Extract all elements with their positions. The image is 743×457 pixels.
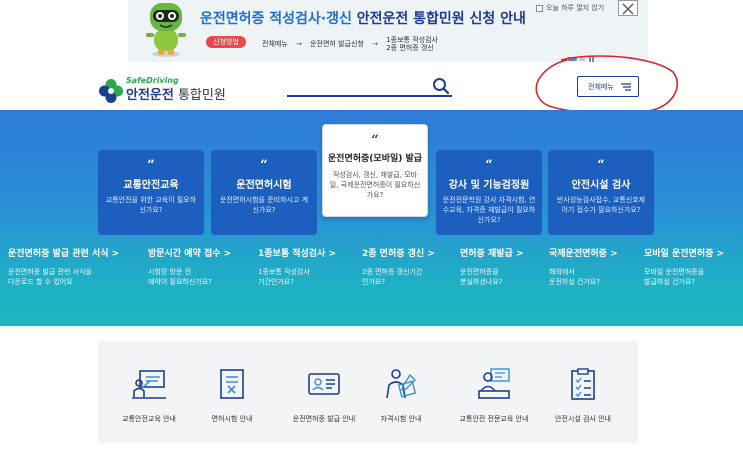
quick-link-desc: 운전면허증을분실하셨나요? — [460, 267, 524, 287]
quick-link-desc: 시험장 방문 전예약이 필요하신가요? — [148, 267, 231, 287]
card-traffic-safety-education[interactable]: “ 교통안전교육 교통안전을 위한 교육이 필요하신가요? — [98, 150, 204, 235]
checklist-icon — [571, 368, 595, 400]
hide-today-checkbox[interactable] — [536, 4, 543, 12]
card-description: 반사성능검사접수, 교통신호제어기 접수가 필요하신가요? — [556, 196, 646, 214]
quick-link-desc-line-2: 발급하실 건가요? — [644, 278, 696, 286]
quick-link-aptitude-test[interactable]: 1종보통 적성검사 > 1종보통 적성검사기간인가요? — [258, 246, 336, 296]
card-description: 운전전문학원 강사 자격시험, 연수교육, 자격증 재발급이 필요하신가요? — [442, 196, 536, 224]
banner-title: 운전면허증 적성검사·갱신 안전운전 통합민원 신청 안내 — [200, 8, 526, 28]
service-license-exam-guide[interactable]: 면허시험 안내 — [187, 341, 277, 443]
card-title: 안전시설 검사 — [571, 180, 631, 191]
quick-link-desc-line-2: 인가요? — [362, 278, 386, 286]
quick-link-visit-reservation[interactable]: 방문시간 예약 접수 > 시험장 방문 전예약이 필요하신가요? — [148, 246, 231, 296]
quick-link-title: 방문시간 예약 접수 > — [148, 249, 232, 259]
service-label: 교통안전교육 안내 — [122, 415, 176, 423]
quick-link-desc-line-1: 해외에서 — [549, 268, 575, 276]
quick-link-title: 1종보통 적성검사 > — [258, 249, 337, 259]
logo-korean[interactable]: 안전운전 통합민원 — [126, 84, 226, 103]
service-safety-facility-inspection-guide[interactable]: 안전시설 검사 안내 — [538, 341, 628, 443]
quick-link-desc: 운전면허증 발급 관련 서식을다운로드 할 수 있어요 — [8, 267, 119, 287]
logo-korean-sub: 통합민원 — [173, 88, 226, 103]
service-label: 면허시험 안내 — [211, 415, 253, 423]
quick-link-mobile-license[interactable]: 모바일 운전면허증 > 모바일 운전면허증을발급하실 건가요? — [644, 246, 724, 296]
quick-link-desc-line-1: 2종 면허증 갱신기간 — [362, 268, 423, 276]
license-card-icon — [308, 373, 340, 395]
quick-link-desc-line-1: 1종보통 적성검사 — [258, 268, 310, 276]
card-license-issuance[interactable]: “ 운전면허증(모바일) 발급 적성검사, 갱신, 재발급, 모바일, 국제운전… — [322, 124, 428, 217]
card-safety-facility-inspection[interactable]: “ 안전시설 검사 반사성능검사접수, 교통신호제어기 접수가 필요하신가요? — [548, 150, 654, 235]
logo-korean-main: 안전운전 — [126, 88, 174, 103]
service-professional-education-guide[interactable]: 교통안전 전문교육 안내 — [440, 341, 548, 443]
quick-link-desc-line-1: 시험장 방문 전 — [148, 268, 192, 276]
person-writing-icon — [386, 369, 417, 399]
quick-link-international-license[interactable]: 국제운전면허증 > 해외에서운전하실 건가요? — [549, 246, 618, 296]
quote-icon: “ — [597, 158, 605, 173]
quote-icon: “ — [147, 158, 155, 173]
arrow-right-icon: → — [296, 40, 302, 48]
search-icon[interactable] — [432, 77, 450, 95]
service-qualification-exam-guide[interactable]: 자격시험 안내 — [356, 341, 446, 443]
lecture-icon — [478, 368, 510, 399]
close-icon — [622, 3, 634, 15]
banner-title-highlight: 운전면허증 적성검사·갱신 — [200, 11, 352, 27]
quick-link-desc-line-2: 예약이 필요하신가요? — [148, 278, 212, 286]
quick-link-title: 면허증 재발급 > — [460, 249, 524, 259]
quick-link-desc-line-2: 다운로드 할 수 있어요 — [8, 278, 73, 286]
clover-logo-icon[interactable] — [98, 78, 124, 104]
quick-link-title: 국제운전면허증 > — [549, 249, 618, 259]
card-title: 강사 및 기능검정원 — [448, 180, 530, 191]
service-label: 안전시설 검사 안내 — [555, 415, 611, 423]
quick-link-desc-line-2: 운전하실 건가요? — [549, 278, 601, 286]
banner-badge: 신청방법 — [206, 36, 246, 48]
service-traffic-safety-education-guide[interactable]: 교통안전교육 안내 — [104, 341, 194, 443]
card-title: 운전면허시험 — [236, 180, 292, 191]
quick-link-desc: 2종 면허증 갱신기간인가요? — [362, 267, 435, 287]
banner-step-1: 전체메뉴 — [262, 40, 288, 48]
quick-link-desc: 해외에서운전하실 건가요? — [549, 267, 618, 287]
traffic-light-mascot-icon — [146, 3, 186, 57]
banner-step-3: 1종보통 적성검사 2종 면허증 갱신 — [386, 36, 438, 52]
card-description: 교통안전을 위한 교육이 필요하신가요? — [105, 196, 197, 214]
quote-icon: “ — [485, 158, 493, 173]
card-description: 적성검사, 갱신, 재발급, 모바일, 국제운전면허증이 필요하신가요? — [329, 171, 421, 199]
quote-icon: “ — [371, 133, 379, 148]
presentation-icon — [132, 370, 166, 399]
quick-link-forms[interactable]: 운전면허증 발급 관련 서식 > 운전면허증 발급 관련 서식을다운로드 할 수… — [8, 246, 119, 296]
quick-link-desc-line-1: 운전면허증을 — [460, 268, 499, 276]
page: 운전면허증 적성검사·갱신 안전운전 통합민원 신청 안내 신청방법 전체메뉴 … — [0, 0, 743, 457]
service-guide-panel: 교통안전교육 안내 면허시험 안내 운전면허증 발급 안내 자격시험 안내 교통… — [98, 341, 638, 443]
exam-paper-icon — [220, 369, 244, 399]
quick-link-desc: 1종보통 적성검사기간인가요? — [258, 267, 336, 287]
service-label: 자격시험 안내 — [380, 415, 422, 423]
card-driver-license-exam[interactable]: “ 운전면허시험 운전면허시험을 준비하시고 계신가요? — [211, 150, 317, 235]
quick-link-desc-line-2: 기간인가요? — [258, 278, 294, 286]
arrow-right-icon: → — [372, 40, 378, 48]
quick-link-desc-line-2: 분실하셨나요? — [460, 278, 503, 286]
banner-step-3-line-2: 2종 면허증 갱신 — [386, 44, 434, 52]
quick-link-title: 모바일 운전면허증 > — [644, 249, 725, 259]
card-instructor-examiner[interactable]: “ 강사 및 기능검정원 운전전문학원 강사 자격시험, 연수교육, 자격증 재… — [436, 150, 542, 235]
banner-step-2: 운전면허 발급신청 — [310, 40, 364, 48]
search-input[interactable] — [287, 78, 452, 97]
quote-icon: “ — [260, 158, 268, 173]
card-title: 운전면허증(모바일) 발급 — [327, 154, 423, 164]
hide-today-option[interactable]: 오늘 하루 열지 않기 — [536, 3, 604, 13]
quick-link-desc-line-1: 운전면허증 발급 관련 서식을 — [8, 268, 92, 276]
banner-steps: 전체메뉴 → 운전면허 발급신청 → 1종보통 적성검사 2종 면허증 갱신 — [262, 36, 438, 52]
quick-link-license-renewal[interactable]: 2종 면허증 갱신 > 2종 면허증 갱신기간인가요? — [362, 246, 435, 296]
service-label: 교통안전 전문교육 안내 — [459, 415, 529, 423]
quick-link-desc: 모바일 운전면허증을발급하실 건가요? — [644, 267, 724, 287]
card-title: 교통안전교육 — [123, 180, 179, 191]
banner-step-3-line-1: 1종보통 적성검사 — [386, 36, 438, 44]
banner-close-button[interactable] — [618, 0, 638, 16]
quick-link-title: 운전면허증 발급 관련 서식 > — [8, 249, 120, 259]
red-annotation-circle — [535, 55, 678, 115]
banner-title-rest: 안전운전 통합민원 신청 안내 — [351, 11, 526, 27]
quick-link-title: 2종 면허증 갱신 > — [362, 249, 435, 259]
card-description: 운전면허시험을 준비하시고 계신가요? — [219, 196, 309, 214]
promo-banner[interactable]: 운전면허증 적성검사·갱신 안전운전 통합민원 신청 안내 신청방법 전체메뉴 … — [0, 0, 743, 62]
quick-link-reissue[interactable]: 면허증 재발급 > 운전면허증을분실하셨나요? — [460, 246, 524, 296]
hide-today-label: 오늘 하루 열지 않기 — [546, 4, 605, 12]
quick-link-desc-line-1: 모바일 운전면허증을 — [644, 268, 705, 276]
